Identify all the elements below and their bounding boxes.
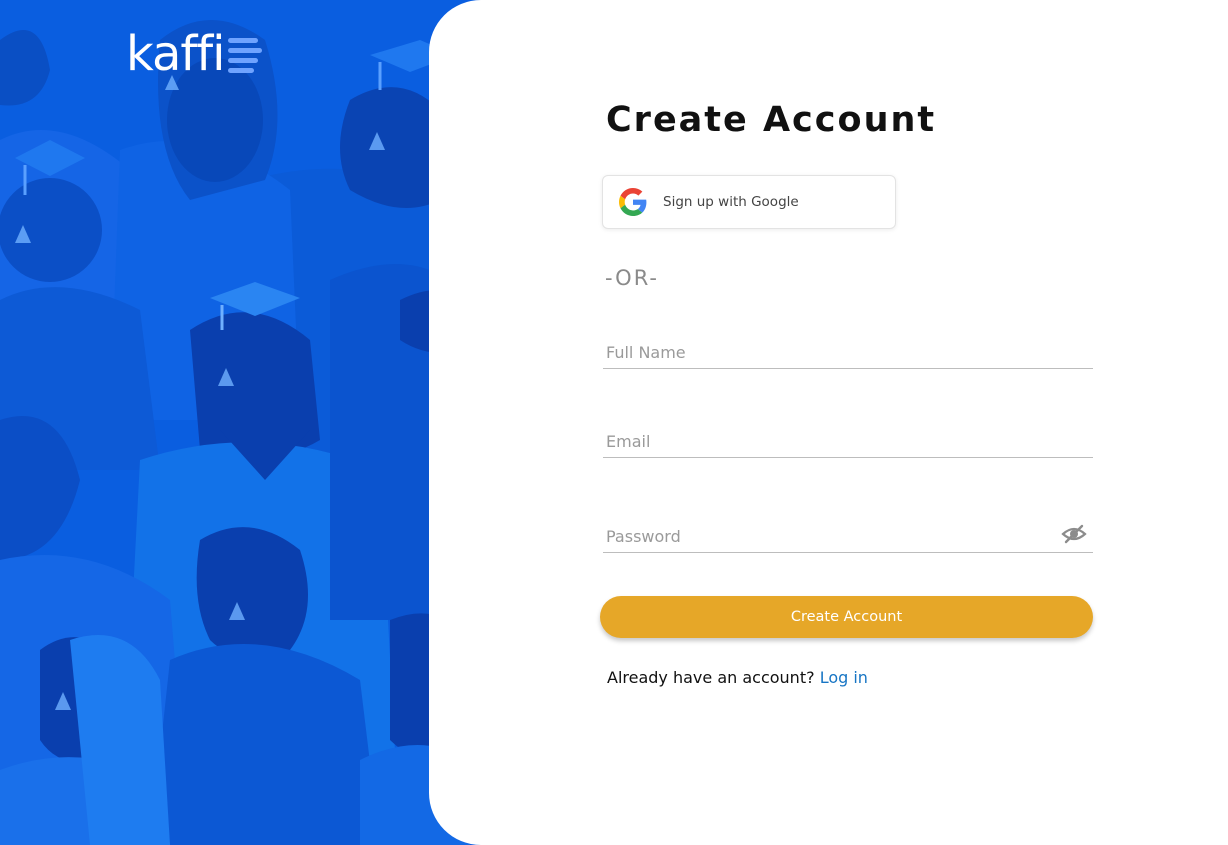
students-crowd-illustration	[0, 0, 500, 845]
page-title: Create Account	[606, 100, 937, 140]
email-field	[603, 427, 1093, 458]
create-account-button[interactable]: Create Account	[600, 596, 1093, 638]
google-button-label: Sign up with Google	[663, 194, 799, 210]
google-signup-button[interactable]: Sign up with Google	[602, 175, 896, 229]
logo-lines-icon	[227, 38, 262, 73]
illustration-panel: kaffi	[0, 0, 500, 845]
or-divider: -OR-	[605, 266, 660, 290]
login-prompt-text: Already have an account?	[607, 668, 815, 687]
google-icon	[619, 188, 647, 216]
signup-panel: Create Account Sign up with Google -OR-	[429, 0, 1228, 845]
login-prompt-row: Already have an account? Log in	[607, 668, 868, 687]
login-link[interactable]: Log in	[820, 668, 868, 687]
email-input[interactable]	[603, 427, 1093, 455]
password-field	[603, 522, 1093, 553]
logo-text: kaffi	[126, 26, 225, 82]
full-name-input[interactable]	[603, 338, 1093, 366]
password-input[interactable]	[603, 522, 1093, 550]
brand-logo: kaffi	[126, 30, 262, 78]
eye-slash-icon[interactable]	[1061, 523, 1087, 545]
full-name-field	[603, 338, 1093, 369]
